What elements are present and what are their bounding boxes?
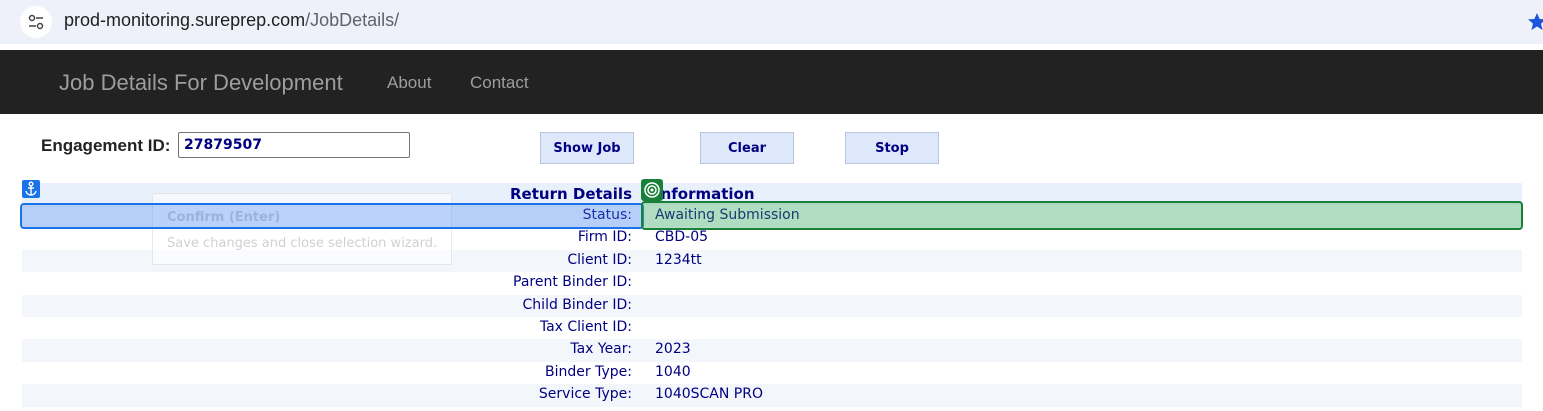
row-label: Tax Client ID:	[539, 318, 632, 335]
row-value: 1040SCAN PRO	[655, 386, 763, 403]
table-row-parent-binder-id[interactable]: Parent Binder ID:	[22, 272, 1522, 295]
table-row-child-binder-id[interactable]: Child Binder ID:	[22, 294, 1522, 317]
url-path: /JobDetails/	[305, 10, 400, 30]
row-label: Child Binder ID:	[522, 296, 632, 313]
tooltip-text: Save changes and close selection wizard.	[167, 236, 438, 251]
clear-button[interactable]: Clear	[700, 132, 794, 164]
value-selection-highlight[interactable]	[641, 201, 1523, 230]
url-host: prod-monitoring.sureprep.com	[64, 10, 306, 30]
row-label: Binder Type:	[545, 363, 632, 380]
star-icon[interactable]	[1527, 12, 1543, 32]
table-row-binder-type[interactable]: Binder Type: 1040	[22, 361, 1522, 385]
navbar: Job Details For Development About Contac…	[0, 50, 1543, 114]
engagement-id-input[interactable]	[178, 132, 410, 158]
table-row-service-type[interactable]: Service Type: 1040SCAN PRO	[22, 384, 1522, 407]
navbar-brand[interactable]: Job Details For Development	[59, 70, 343, 96]
row-label: Parent Binder ID:	[513, 274, 632, 291]
row-value: 1234tt	[655, 251, 702, 268]
browser-address-bar: prod-monitoring.sureprep.com/JobDetails/	[0, 0, 1543, 44]
row-value: CBD-05	[655, 229, 709, 246]
row-label: Service Type:	[538, 386, 632, 403]
stop-button[interactable]: Stop	[845, 132, 939, 164]
url-field[interactable]: prod-monitoring.sureprep.com/JobDetails/	[64, 10, 399, 31]
table-row-tax-client-id[interactable]: Tax Client ID:	[22, 316, 1522, 340]
nav-link-about[interactable]: About	[387, 73, 431, 93]
nav-link-contact[interactable]: Contact	[470, 73, 529, 93]
site-info-button[interactable]	[20, 6, 52, 38]
target-icon[interactable]	[641, 179, 663, 201]
engagement-id-label: Engagement ID:	[41, 136, 171, 155]
row-value: 1040	[655, 363, 691, 380]
row-label: Tax Year:	[570, 341, 632, 358]
label-selection-highlight[interactable]	[20, 203, 644, 229]
anchor-icon[interactable]	[22, 180, 40, 198]
show-job-button[interactable]: Show Job	[540, 132, 634, 164]
table-row-tax-year[interactable]: Tax Year: 2023	[22, 339, 1522, 362]
tune-icon	[28, 14, 44, 30]
row-value: 2023	[655, 341, 691, 358]
